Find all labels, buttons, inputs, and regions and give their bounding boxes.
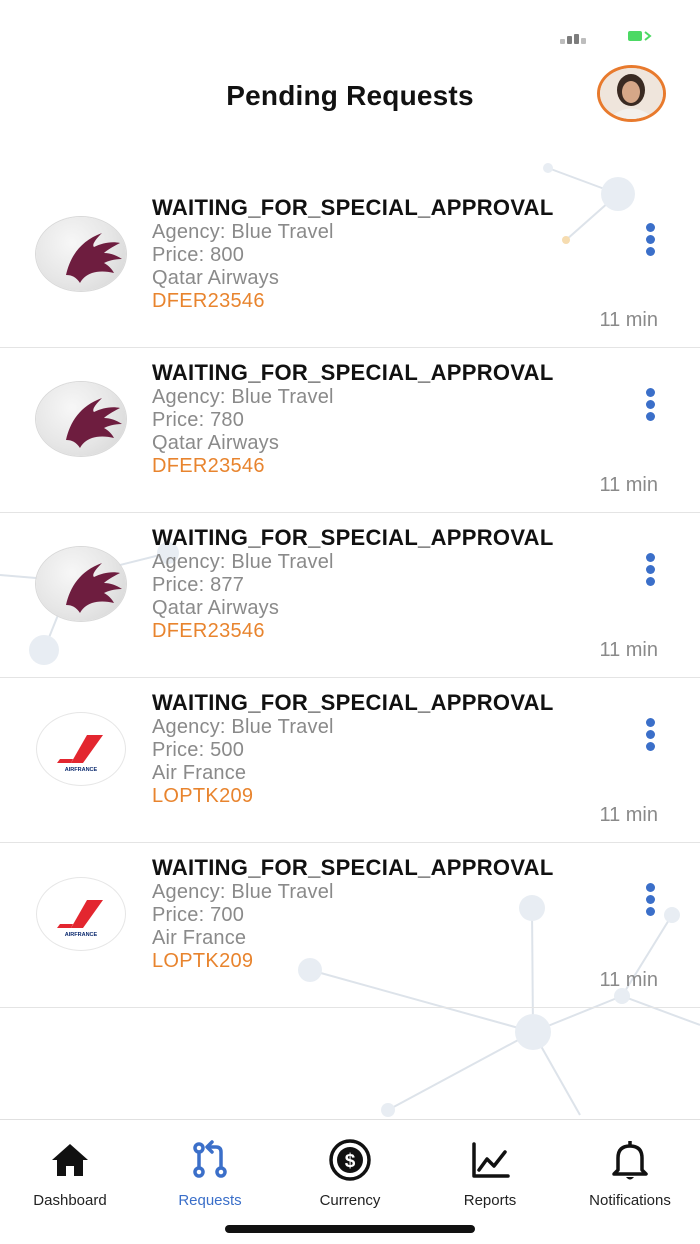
home-icon — [52, 1144, 88, 1176]
air-france-logo: AIRFRANCE — [36, 877, 126, 951]
more-options-icon[interactable] — [636, 714, 666, 754]
request-price: Price: 700 — [152, 904, 245, 926]
requests-icon — [193, 1140, 227, 1178]
request-item[interactable]: WAITING_FOR_SPECIAL_APPROVAL Agency: Blu… — [0, 348, 700, 513]
tab-requests[interactable]: Requests — [140, 1138, 280, 1209]
request-airline: Qatar Airways — [152, 267, 280, 289]
request-price: Price: 877 — [152, 574, 245, 596]
tab-label: Dashboard — [33, 1192, 107, 1209]
request-airline: Air France — [152, 927, 247, 949]
request-time: 11 min — [599, 804, 658, 826]
request-status: WAITING_FOR_SPECIAL_APPROVAL — [152, 195, 554, 220]
request-time: 11 min — [599, 309, 658, 331]
request-agency: Agency: Blue Travel — [152, 386, 334, 408]
request-code: LOPTK209 — [152, 950, 254, 972]
request-item[interactable]: WAITING_FOR_SPECIAL_APPROVAL Agency: Blu… — [0, 183, 700, 348]
request-status: WAITING_FOR_SPECIAL_APPROVAL — [152, 525, 554, 550]
svg-text:$: $ — [345, 1151, 356, 1172]
svg-text:AIRFRANCE: AIRFRANCE — [65, 932, 98, 938]
request-status: WAITING_FOR_SPECIAL_APPROVAL — [152, 690, 554, 715]
dollar-icon: $ — [329, 1139, 371, 1181]
status-bar — [0, 0, 700, 60]
qatar-airways-logo — [36, 217, 126, 291]
request-airline: Air France — [152, 762, 247, 784]
signal-icon — [560, 34, 586, 44]
more-options-icon[interactable] — [636, 879, 666, 919]
home-indicator[interactable] — [225, 1225, 475, 1233]
request-status: WAITING_FOR_SPECIAL_APPROVAL — [152, 855, 554, 880]
request-status: WAITING_FOR_SPECIAL_APPROVAL — [152, 360, 554, 385]
request-airline: Qatar Airways — [152, 432, 280, 454]
more-options-icon[interactable] — [636, 549, 666, 589]
request-item[interactable]: AIRFRANCE WAITING_FOR_SPECIAL_APPROVAL A… — [0, 678, 700, 843]
svg-text:AIRFRANCE: AIRFRANCE — [65, 767, 98, 773]
battery-icon — [628, 31, 652, 41]
tab-label: Reports — [463, 1192, 517, 1209]
request-agency: Agency: Blue Travel — [152, 716, 334, 738]
avatar[interactable] — [597, 65, 666, 122]
request-price: Price: 800 — [152, 244, 245, 266]
request-time: 11 min — [599, 474, 658, 496]
bell-icon — [612, 1141, 648, 1180]
request-time: 11 min — [599, 639, 658, 661]
tab-dashboard[interactable]: Dashboard — [0, 1138, 140, 1209]
user-photo-icon — [600, 68, 663, 119]
tab-label: Currency — [319, 1192, 381, 1209]
tab-label: Notifications — [589, 1192, 671, 1209]
request-item[interactable]: WAITING_FOR_SPECIAL_APPROVAL Agency: Blu… — [0, 513, 700, 678]
request-price: Price: 780 — [152, 409, 245, 431]
request-code: DFER23546 — [152, 620, 265, 642]
more-options-icon[interactable] — [636, 384, 666, 424]
request-airline: Qatar Airways — [152, 597, 280, 619]
request-code: DFER23546 — [152, 290, 265, 312]
tab-reports[interactable]: Reports — [420, 1138, 560, 1209]
request-agency: Agency: Blue Travel — [152, 551, 334, 573]
request-agency: Agency: Blue Travel — [152, 221, 334, 243]
request-item[interactable]: AIRFRANCE WAITING_FOR_SPECIAL_APPROVAL A… — [0, 843, 700, 1008]
qatar-airways-logo — [36, 547, 126, 621]
request-code: DFER23546 — [152, 455, 265, 477]
chart-icon — [472, 1142, 510, 1178]
tab-label: Requests — [178, 1192, 242, 1209]
air-france-logo: AIRFRANCE — [36, 712, 126, 786]
tab-currency[interactable]: $ Currency — [280, 1138, 420, 1209]
qatar-airways-logo — [36, 382, 126, 456]
tab-notifications[interactable]: Notifications — [560, 1138, 700, 1209]
request-time: 11 min — [599, 969, 658, 991]
request-code: LOPTK209 — [152, 785, 254, 807]
more-options-icon[interactable] — [636, 219, 666, 259]
requests-list: WAITING_FOR_SPECIAL_APPROVAL Agency: Blu… — [0, 183, 700, 1008]
request-price: Price: 500 — [152, 739, 245, 761]
request-agency: Agency: Blue Travel — [152, 881, 334, 903]
page-title: Pending Requests — [226, 80, 474, 111]
header: Pending Requests — [0, 60, 700, 150]
